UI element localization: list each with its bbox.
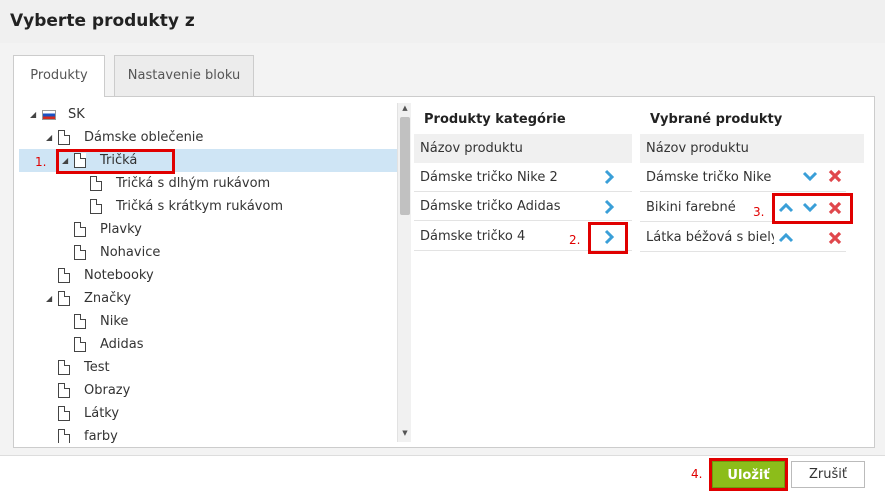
tree-item-tricka-dlhy-rukav[interactable]: Tričká s dlhým rukávom [19, 172, 397, 195]
scroll-down-icon[interactable]: ▼ [400, 429, 410, 437]
category-product-row: Dámske tričko Adidas [414, 192, 632, 221]
tree-item-label: Test [84, 360, 110, 375]
tree-item-label: Tričká s dlhým rukávom [116, 176, 271, 191]
selected-product-row: Látka béžová s bielym [640, 223, 774, 252]
tree-item-farby[interactable]: farby [19, 425, 397, 443]
highlight-box-row-actions [772, 193, 853, 224]
row-divider [774, 251, 846, 252]
step-3-label: 3. [753, 205, 765, 219]
dialog-title: Vyberte produkty z [10, 11, 195, 31]
tab-products[interactable]: Produkty [13, 55, 105, 97]
move-down-chevron-icon[interactable] [802, 168, 818, 184]
category-products-header: Názov produktu [414, 134, 632, 163]
step-4-label: 4. [691, 467, 703, 481]
collapse-icon[interactable]: ◢ [46, 126, 54, 149]
tree-item-nike[interactable]: Nike [19, 310, 397, 333]
tree-item-label: Značky [84, 291, 132, 306]
highlight-box-tricka [56, 149, 175, 174]
tree-item-label: Dámske oblečenie [84, 130, 204, 145]
tree-item-label: Nohavice [100, 245, 161, 260]
document-icon [58, 268, 70, 283]
document-icon [58, 429, 70, 443]
move-up-chevron-icon[interactable] [778, 230, 794, 246]
save-button[interactable]: Uložiť [712, 461, 785, 488]
collapse-icon[interactable]: ◢ [30, 103, 38, 126]
selected-products-title: Vybrané produkty [650, 112, 783, 127]
document-icon [74, 337, 86, 352]
tree-item-notebooky[interactable]: Notebooky [19, 264, 397, 287]
document-icon [58, 360, 70, 375]
document-icon [74, 314, 86, 329]
tree-item-damske-oblecenie[interactable]: ◢ Dámske oblečenie [19, 126, 397, 149]
tree-item-latky[interactable]: Látky [19, 402, 397, 425]
document-icon [58, 130, 70, 145]
tree-item-label: Plavky [100, 222, 142, 237]
step-1-label: 1. [35, 155, 47, 169]
add-product-chevron-right-icon[interactable] [601, 169, 617, 185]
tree-item-label: Nike [100, 314, 129, 329]
tree-item-znacky[interactable]: ◢ Značky [19, 287, 397, 310]
tree-item-label: Obrazy [84, 383, 131, 398]
tree-item-nohavice[interactable]: Nohavice [19, 241, 397, 264]
cancel-button[interactable]: Zrušiť [791, 461, 865, 488]
step-2-label: 2. [569, 233, 581, 247]
category-products-title: Produkty kategórie [424, 112, 566, 127]
dialog-header: Vyberte produkty z [0, 0, 885, 43]
category-product-row: Dámske tričko Nike 2 [414, 163, 632, 192]
document-icon [58, 406, 70, 421]
document-icon [90, 199, 102, 214]
tree-item-test[interactable]: Test [19, 356, 397, 379]
document-icon [90, 176, 102, 191]
tree-item-label: Tričká s krátkym rukávom [116, 199, 284, 214]
tree-item-tricka-kratky-rukav[interactable]: Tričká s krátkym rukávom [19, 195, 397, 218]
add-product-chevron-right-icon[interactable] [601, 199, 617, 215]
slovak-flag-icon [42, 110, 56, 120]
selected-product-row: Dámske tričko Nike 1 [640, 163, 774, 192]
scroll-up-icon[interactable]: ▲ [400, 104, 410, 112]
tree-item-plavky[interactable]: Plavky [19, 218, 397, 241]
tree-item-obrazy[interactable]: Obrazy [19, 379, 397, 402]
tree-item-label: farby [84, 429, 118, 443]
selected-products-header: Názov produktu [640, 134, 864, 163]
collapse-icon[interactable]: ◢ [46, 287, 54, 310]
tree-item-adidas[interactable]: Adidas [19, 333, 397, 356]
tree-item-label: Adidas [100, 337, 144, 352]
tree-item-label: SK [68, 107, 85, 122]
remove-product-x-icon[interactable] [827, 168, 843, 184]
tree-item-label: Látky [84, 406, 120, 421]
document-icon [58, 383, 70, 398]
highlight-box-add-button [588, 222, 628, 254]
tree-scrollbar[interactable]: ▲ ▼ [397, 103, 411, 442]
document-icon [74, 222, 86, 237]
tab-block-settings[interactable]: Nastavenie bloku [114, 55, 254, 96]
row-divider [774, 191, 846, 192]
scroll-thumb[interactable] [400, 117, 410, 215]
tree-item-label: Notebooky [84, 268, 154, 283]
remove-product-x-icon[interactable] [827, 230, 843, 246]
document-icon [74, 245, 86, 260]
document-icon [58, 291, 70, 306]
tree-item-sk[interactable]: ◢ SK [19, 103, 397, 126]
